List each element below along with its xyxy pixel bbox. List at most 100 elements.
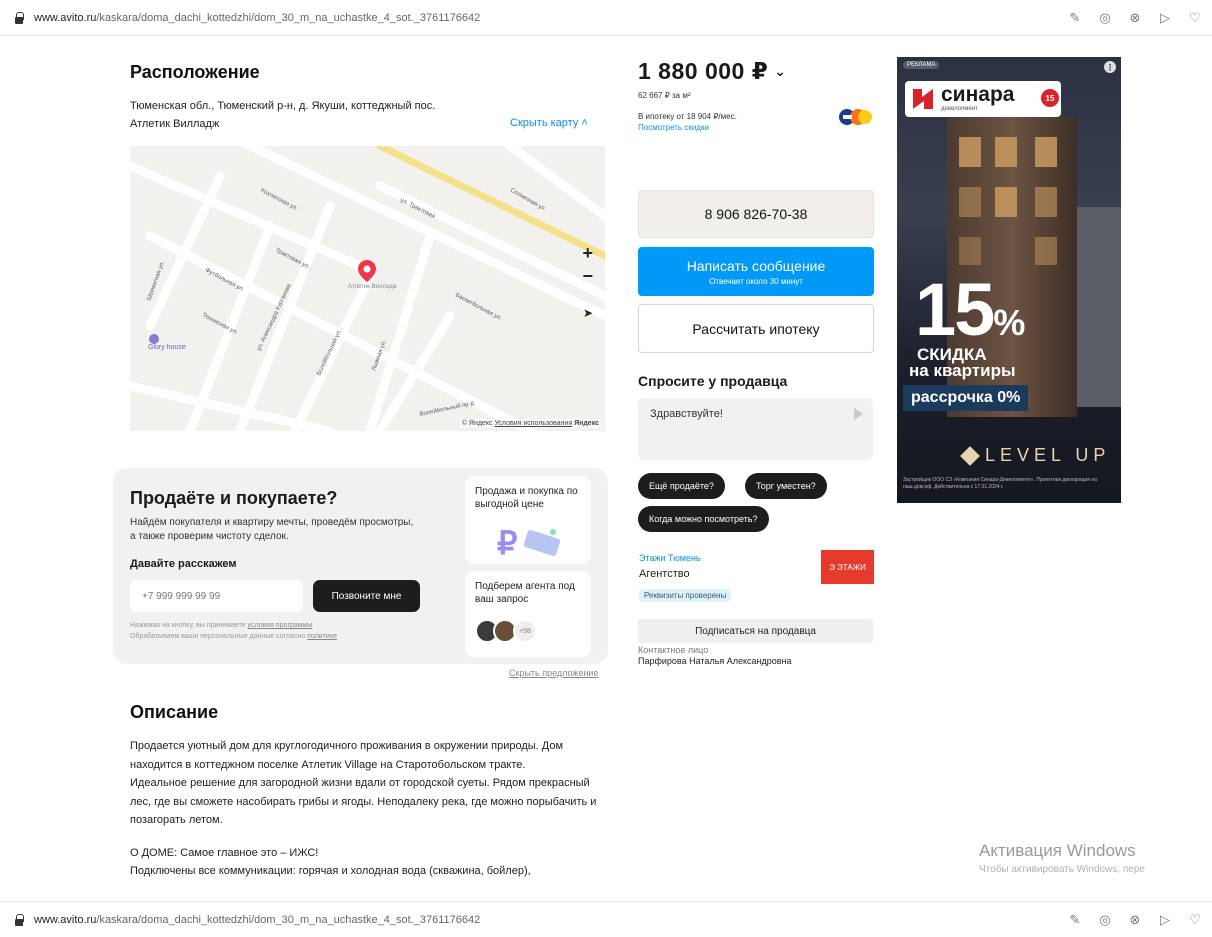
geolocation-arrow-icon[interactable]: ➤ xyxy=(583,306,593,320)
ad-tag: РЕКЛАМА xyxy=(903,61,940,69)
browser-address-bar[interactable]: www.avito.ru/kaskara/doma_dachi_kottedzh… xyxy=(0,0,1212,36)
description-text: Продается уютный дом для круглогодичного… xyxy=(130,737,610,881)
sell-buy-banner: Продаёте и покупаете? Найдём покупателя … xyxy=(113,468,608,664)
mortgage-info: В ипотеку от 18 904 ₽/мес. Посмотреть ск… xyxy=(638,111,737,133)
sinara-logo-icon xyxy=(913,89,933,109)
phone-input[interactable] xyxy=(130,580,303,612)
browser-address-bar-bottom[interactable]: www.avito.ru/kaskara/doma_dachi_kottedzh… xyxy=(0,901,1212,937)
ad-percent-sign: % xyxy=(993,302,1025,343)
price-value: 1 880 000 ₽ xyxy=(638,58,769,84)
verified-badge: Реквизиты проверены xyxy=(639,589,732,602)
seller-logo[interactable]: Э ЭТАЖИ xyxy=(821,550,874,584)
promo-card-agent[interactable]: Подберем агента под ваш запрос +98 xyxy=(465,571,591,657)
windows-activation-text: Чтобы активировать Windows, пере xyxy=(979,864,1145,875)
price-per-m2: 62 667 ₽ за м² xyxy=(638,91,691,100)
hide-map-label: Скрыть карту xyxy=(510,117,579,129)
edit-icon[interactable]: ✎ xyxy=(1068,912,1082,928)
banner-legal: Нажимая на кнопку, вы принимаете условия… xyxy=(130,620,430,642)
copyright-text: © Яндекс xyxy=(461,420,493,427)
quick-question-chip[interactable]: Ещё продаёте? xyxy=(638,473,725,499)
contact-label: Контактное лицо xyxy=(638,645,709,655)
hide-offer-link[interactable]: Скрыть предложение xyxy=(509,668,598,678)
avatar-more-count: +98 xyxy=(513,619,537,643)
browser-toolbar: ✎ ◎ ⊗ ▷ ♡ xyxy=(1068,10,1202,26)
message-button-sublabel: Отвечает около 30 минут xyxy=(709,276,803,286)
show-phone-button[interactable]: 8 906 826-70-38 xyxy=(638,190,874,238)
heart-icon[interactable]: ♡ xyxy=(1188,912,1202,928)
lock-icon xyxy=(14,913,24,926)
map-copyright: © Яндекс Условия использования Яндекс xyxy=(459,419,601,428)
close-circle-icon[interactable]: ⊗ xyxy=(1128,10,1142,26)
description-paragraph: Подключены все коммуникации: горячая и х… xyxy=(130,865,531,877)
terms-link[interactable]: Условия использования xyxy=(494,420,572,427)
agent-avatars: +98 xyxy=(475,619,537,643)
legal-text: Обрабатываем ваши персональные данные со… xyxy=(130,633,308,640)
discounts-link[interactable]: Посмотреть скидки xyxy=(638,122,737,133)
map-streets: Хохлатская ул. ул. Трактовая Солнечная у… xyxy=(130,146,605,431)
lock-icon xyxy=(14,11,24,24)
ad-brand-sub: девелопмент xyxy=(941,106,978,112)
subscribe-seller-button[interactable]: Подписаться на продавца xyxy=(638,619,873,643)
legal-text: Нажимая на кнопку, вы принимаете xyxy=(130,622,248,629)
location-pin-icon[interactable] xyxy=(358,260,376,282)
poi-label: Glory house xyxy=(148,344,186,351)
ad-percent-value: 15 xyxy=(915,268,995,351)
quick-question-chip[interactable]: Когда можно посмотреть? xyxy=(638,506,769,532)
send-icon[interactable]: ▷ xyxy=(1158,10,1172,26)
ad-anniversary-badge: 15 xyxy=(1041,89,1059,107)
bank-logo-icon xyxy=(839,109,872,125)
location-address: Тюменская обл., Тюменский р-н, д. Якуши,… xyxy=(130,97,490,133)
browser-toolbar: ✎ ◎ ⊗ ▷ ♡ xyxy=(1068,912,1202,928)
contact-person: Контактное лицо Парфирова Наталья Алекса… xyxy=(638,645,792,667)
ask-seller-textarea[interactable]: Здравствуйте! xyxy=(638,398,873,460)
call-me-button[interactable]: Позвоните мне xyxy=(313,580,420,612)
close-circle-icon[interactable]: ⊗ xyxy=(1128,912,1142,928)
promo-card-label: Продажа и покупка по выгодной цене xyxy=(475,486,578,510)
seller-name-link[interactable]: Этажи Тюмень xyxy=(639,553,701,563)
calculate-mortgage-button[interactable]: Рассчитать ипотеку xyxy=(638,304,874,353)
ad-legal: Застройщик ООО СЗ «Компания Синара-Девел… xyxy=(903,477,1097,490)
svg-text:₽: ₽ xyxy=(497,525,517,560)
camera-icon[interactable]: ◎ xyxy=(1098,912,1112,928)
banner-subtitle: Найдём покупателя и квартиру мечты, пров… xyxy=(130,517,414,542)
send-icon[interactable]: ▷ xyxy=(1158,912,1172,928)
seller-type: Агентство xyxy=(639,568,690,580)
ad-discount-line2: на квартиры xyxy=(909,361,1016,380)
camera-icon[interactable]: ◎ xyxy=(1098,10,1112,26)
program-terms-link[interactable]: условия программы xyxy=(248,622,313,629)
ad-discount-line1: СКИДКА xyxy=(917,345,987,364)
poi-marker-icon[interactable] xyxy=(149,334,159,344)
hide-map-link[interactable]: Скрыть карту ˄ xyxy=(510,117,588,129)
description-paragraph: О ДОМЕ: Самое главное это – ИЖС! xyxy=(130,846,319,859)
street-label: Волейбольный пр-д xyxy=(419,399,475,417)
send-icon[interactable] xyxy=(854,408,863,420)
zoom-in-button[interactable]: + xyxy=(582,243,593,264)
message-button-label: Написать сообщение xyxy=(686,257,826,274)
map[interactable]: Хохлатская ул. ул. Трактовая Солнечная у… xyxy=(130,146,605,431)
chevron-down-icon: ⌄ xyxy=(774,63,787,79)
description-title: Описание xyxy=(130,702,219,722)
windows-activation-title: Активация Windows xyxy=(979,841,1136,860)
banner-title: Продаёте и покупаете? xyxy=(130,488,338,508)
heart-icon[interactable]: ♡ xyxy=(1188,10,1202,26)
advertisement-banner[interactable]: РЕКЛАМА ⋮ синара девелопмент 15 15% СКИД… xyxy=(897,57,1121,503)
ad-brand-name: синара xyxy=(941,83,1015,106)
yandex-logo[interactable]: Яндекс xyxy=(574,420,599,427)
more-icon[interactable]: ⋮ xyxy=(1104,61,1116,73)
zoom-out-button[interactable]: − xyxy=(582,266,593,287)
policy-link[interactable]: политике xyxy=(307,633,337,640)
ruble-graphic-icon: ₽ xyxy=(497,525,561,560)
description-paragraph: Идеальное решение для загородной жизни в… xyxy=(130,777,597,826)
banner-ask: Давайте расскажем xyxy=(130,558,237,570)
write-message-button[interactable]: Написать сообщение Отвечает около 30 мин… xyxy=(638,247,874,296)
address-line-2: Атлетик Вилладж xyxy=(130,118,220,130)
edit-icon[interactable]: ✎ xyxy=(1068,10,1082,26)
url-host: www.avito.ru xyxy=(34,913,97,926)
ask-seller-title: Спросите у продавца xyxy=(638,373,788,389)
mortgage-text: В ипотеку от 18 904 ₽/мес. xyxy=(638,112,737,121)
price[interactable]: 1 880 000 ₽ ⌄ xyxy=(638,58,786,85)
ad-brand-logo: синара девелопмент 15 xyxy=(905,81,1061,117)
promo-card-deal[interactable]: Продажа и покупка по выгодной цене ₽ xyxy=(465,476,591,564)
ad-level-up: LEVEL UP xyxy=(985,445,1111,465)
quick-question-chip[interactable]: Торг уместен? xyxy=(745,473,827,499)
